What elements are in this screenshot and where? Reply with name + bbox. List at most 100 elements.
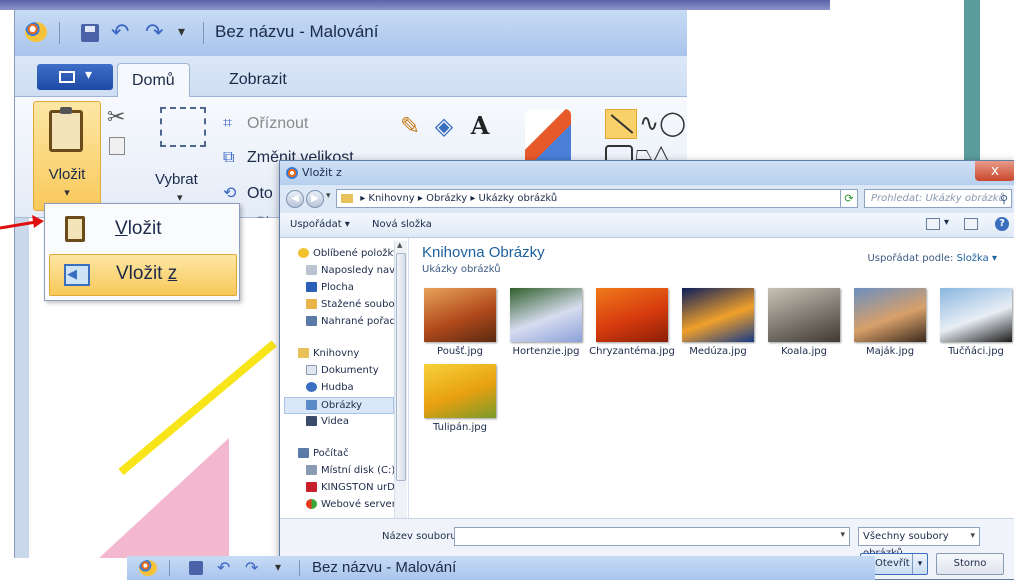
usb-drive-icon — [306, 482, 317, 492]
preview-pane-icon[interactable] — [964, 218, 978, 230]
nav-item-documents[interactable]: Dokumenty — [306, 365, 406, 376]
fill-icon[interactable]: ◈ — [429, 111, 459, 141]
undo-icon[interactable]: ↶ — [217, 558, 230, 577]
menu-item-label: Vložit z — [116, 263, 178, 284]
address-bar-row: ◀ ▶ ▾ ▸ Knihovny ▸ Obrázky ▸ Ukázky obrá… — [280, 185, 1014, 213]
filename-input[interactable]: ▾ — [454, 527, 850, 546]
breadcrumb-libraries[interactable]: Knihovny — [368, 193, 414, 204]
organize-button[interactable]: Uspořádat ▾ — [290, 219, 350, 230]
view-options-icon[interactable] — [926, 218, 940, 230]
pencil-icon[interactable]: ✎ — [395, 111, 425, 141]
slide-top-bar — [0, 0, 830, 10]
arrange-dropdown[interactable]: Složka ▾ — [957, 253, 997, 264]
redo-icon[interactable]: ↷ — [145, 22, 163, 44]
computer-icon — [298, 448, 309, 458]
breadcrumb-pictures[interactable]: Obrázky — [426, 193, 467, 204]
chevron-down-icon[interactable]: ▾ — [970, 528, 975, 545]
undo-icon[interactable]: ↶ — [111, 22, 129, 44]
navigation-pane: Oblíbené položky Naposledy navštívené Pl… — [280, 238, 409, 538]
select-label[interactable]: Vybrat — [155, 171, 198, 188]
chevron-down-icon[interactable]: ▾ — [840, 530, 845, 540]
quick-access-dropdown-icon[interactable]: ▾ — [275, 560, 281, 574]
scrollbar-thumb[interactable] — [396, 253, 406, 481]
rotate-label: Oto — [247, 185, 273, 202]
paint-app-icon[interactable] — [139, 560, 157, 576]
libraries-icon — [298, 348, 309, 358]
nav-item-recent[interactable]: Naposledy navštívené — [306, 265, 406, 276]
selection-rectangle-icon[interactable] — [160, 107, 206, 147]
curve-shape-icon[interactable]: ∿◯ — [639, 109, 686, 137]
nav-favorites[interactable]: Oblíbené položky — [298, 248, 398, 259]
refresh-icon[interactable]: ⟳ — [840, 189, 858, 208]
forward-button[interactable]: ▶ — [306, 190, 324, 208]
nav-scrollbar[interactable]: ▲ ▼ — [394, 241, 407, 535]
file-thumbnail[interactable]: Chryzantéma.jpg — [589, 288, 675, 364]
breadcrumb-separator: ▸ — [417, 193, 427, 204]
cancel-button[interactable]: Storno — [936, 553, 1004, 575]
paint-menu-button[interactable] — [37, 64, 113, 90]
file-thumbnail[interactable]: Koala.jpg — [762, 288, 842, 364]
chevron-down-icon[interactable]: ▾ — [34, 186, 100, 199]
nav-item-music[interactable]: Hudba — [306, 382, 406, 393]
search-icon[interactable]: ⚲ — [1000, 191, 1008, 208]
crop-button[interactable]: ⌗ Oříznout — [223, 115, 308, 133]
paint-app-icon[interactable] — [25, 22, 47, 42]
text-tool-icon[interactable]: A — [465, 111, 495, 141]
paint-app-icon — [286, 167, 298, 179]
recent-pages-dropdown-icon[interactable]: ▾ — [326, 191, 331, 201]
image-preview — [424, 364, 496, 418]
new-folder-button[interactable]: Nová složka — [372, 219, 432, 230]
desktop-icon — [306, 282, 317, 292]
paste-label: Vložit — [48, 166, 86, 183]
menu-item-paste[interactable]: Vložit — [49, 210, 235, 250]
redo-icon[interactable]: ↷ — [245, 558, 258, 577]
file-thumbnail[interactable]: Tučňáci.jpg — [934, 288, 1014, 364]
file-thumbnail[interactable]: Hortenzie.jpg — [504, 288, 584, 364]
chevron-down-icon[interactable]: ▾ — [912, 554, 927, 574]
image-preview — [854, 288, 926, 342]
nav-item-desktop[interactable]: Plocha — [306, 282, 406, 293]
file-type-filter[interactable]: Všechny soubory obrázků ▾ — [858, 527, 980, 559]
nav-item-local-disk[interactable]: Místní disk (C:) — [306, 465, 406, 476]
file-thumbnail[interactable]: Medúza.jpg — [676, 288, 756, 364]
tab-home[interactable]: Domů — [117, 63, 190, 97]
save-icon[interactable] — [81, 24, 99, 42]
tab-view[interactable]: Zobrazit — [215, 63, 301, 96]
breadcrumb-sample-pictures[interactable]: Ukázky obrázků — [479, 193, 558, 204]
paste-button[interactable]: Vložit ▾ — [33, 101, 101, 211]
recorded-tv-icon — [306, 316, 317, 326]
image-preview — [940, 288, 1012, 342]
line-shape-icon[interactable] — [605, 109, 637, 139]
paste-dropdown-menu: Vložit Vložit z — [44, 203, 240, 301]
nav-item-web-servers[interactable]: Webové servery v — [306, 499, 406, 510]
rotate-button[interactable]: ⟲ Oto — [223, 183, 273, 203]
file-thumbnail[interactable]: Poušť.jpg — [418, 288, 498, 364]
command-bar: Uspořádat ▾ Nová složka ▾ ? — [280, 213, 1014, 238]
chevron-down-icon[interactable]: ▾ — [944, 217, 949, 228]
help-icon[interactable]: ? — [995, 217, 1009, 231]
close-button[interactable]: x — [975, 161, 1014, 181]
nav-libraries[interactable]: Knihovny — [298, 348, 398, 359]
scroll-up-icon[interactable]: ▲ — [397, 241, 402, 249]
nav-computer[interactable]: Počítač — [298, 448, 398, 459]
nav-item-downloads[interactable]: Stažené soubory — [306, 299, 406, 310]
save-icon[interactable] — [189, 561, 203, 575]
menu-item-label: Vložit — [115, 218, 162, 239]
ribbon-tabs: Domů Zobrazit — [15, 56, 687, 97]
search-input[interactable]: Prohledat: Ukázky obrázků ⚲ — [864, 189, 1012, 208]
music-icon — [306, 382, 317, 392]
menu-item-paste-from[interactable]: Vložit z — [49, 254, 237, 296]
back-button[interactable]: ◀ — [286, 190, 304, 208]
nav-item-pictures[interactable]: Obrázky — [284, 397, 394, 414]
file-thumbnail[interactable]: Tulipán.jpg — [418, 364, 498, 440]
nav-item-videos[interactable]: Videa — [306, 416, 406, 427]
nav-item-recorded-tv[interactable]: Nahrané pořady — [306, 316, 406, 327]
copy-icon[interactable] — [109, 137, 125, 155]
nav-item-usb-drive[interactable]: KINGSTON urDrive — [306, 482, 406, 493]
paste-from-icon — [64, 264, 90, 286]
address-bar[interactable]: ▸ Knihovny ▸ Obrázky ▸ Ukázky obrázků ▾ — [336, 189, 858, 208]
scissors-icon[interactable]: ✂ — [107, 105, 125, 130]
brushes-icon[interactable] — [525, 109, 571, 165]
file-thumbnail[interactable]: Maják.jpg — [848, 288, 928, 364]
quick-access-dropdown-icon[interactable]: ▾ — [178, 24, 185, 40]
